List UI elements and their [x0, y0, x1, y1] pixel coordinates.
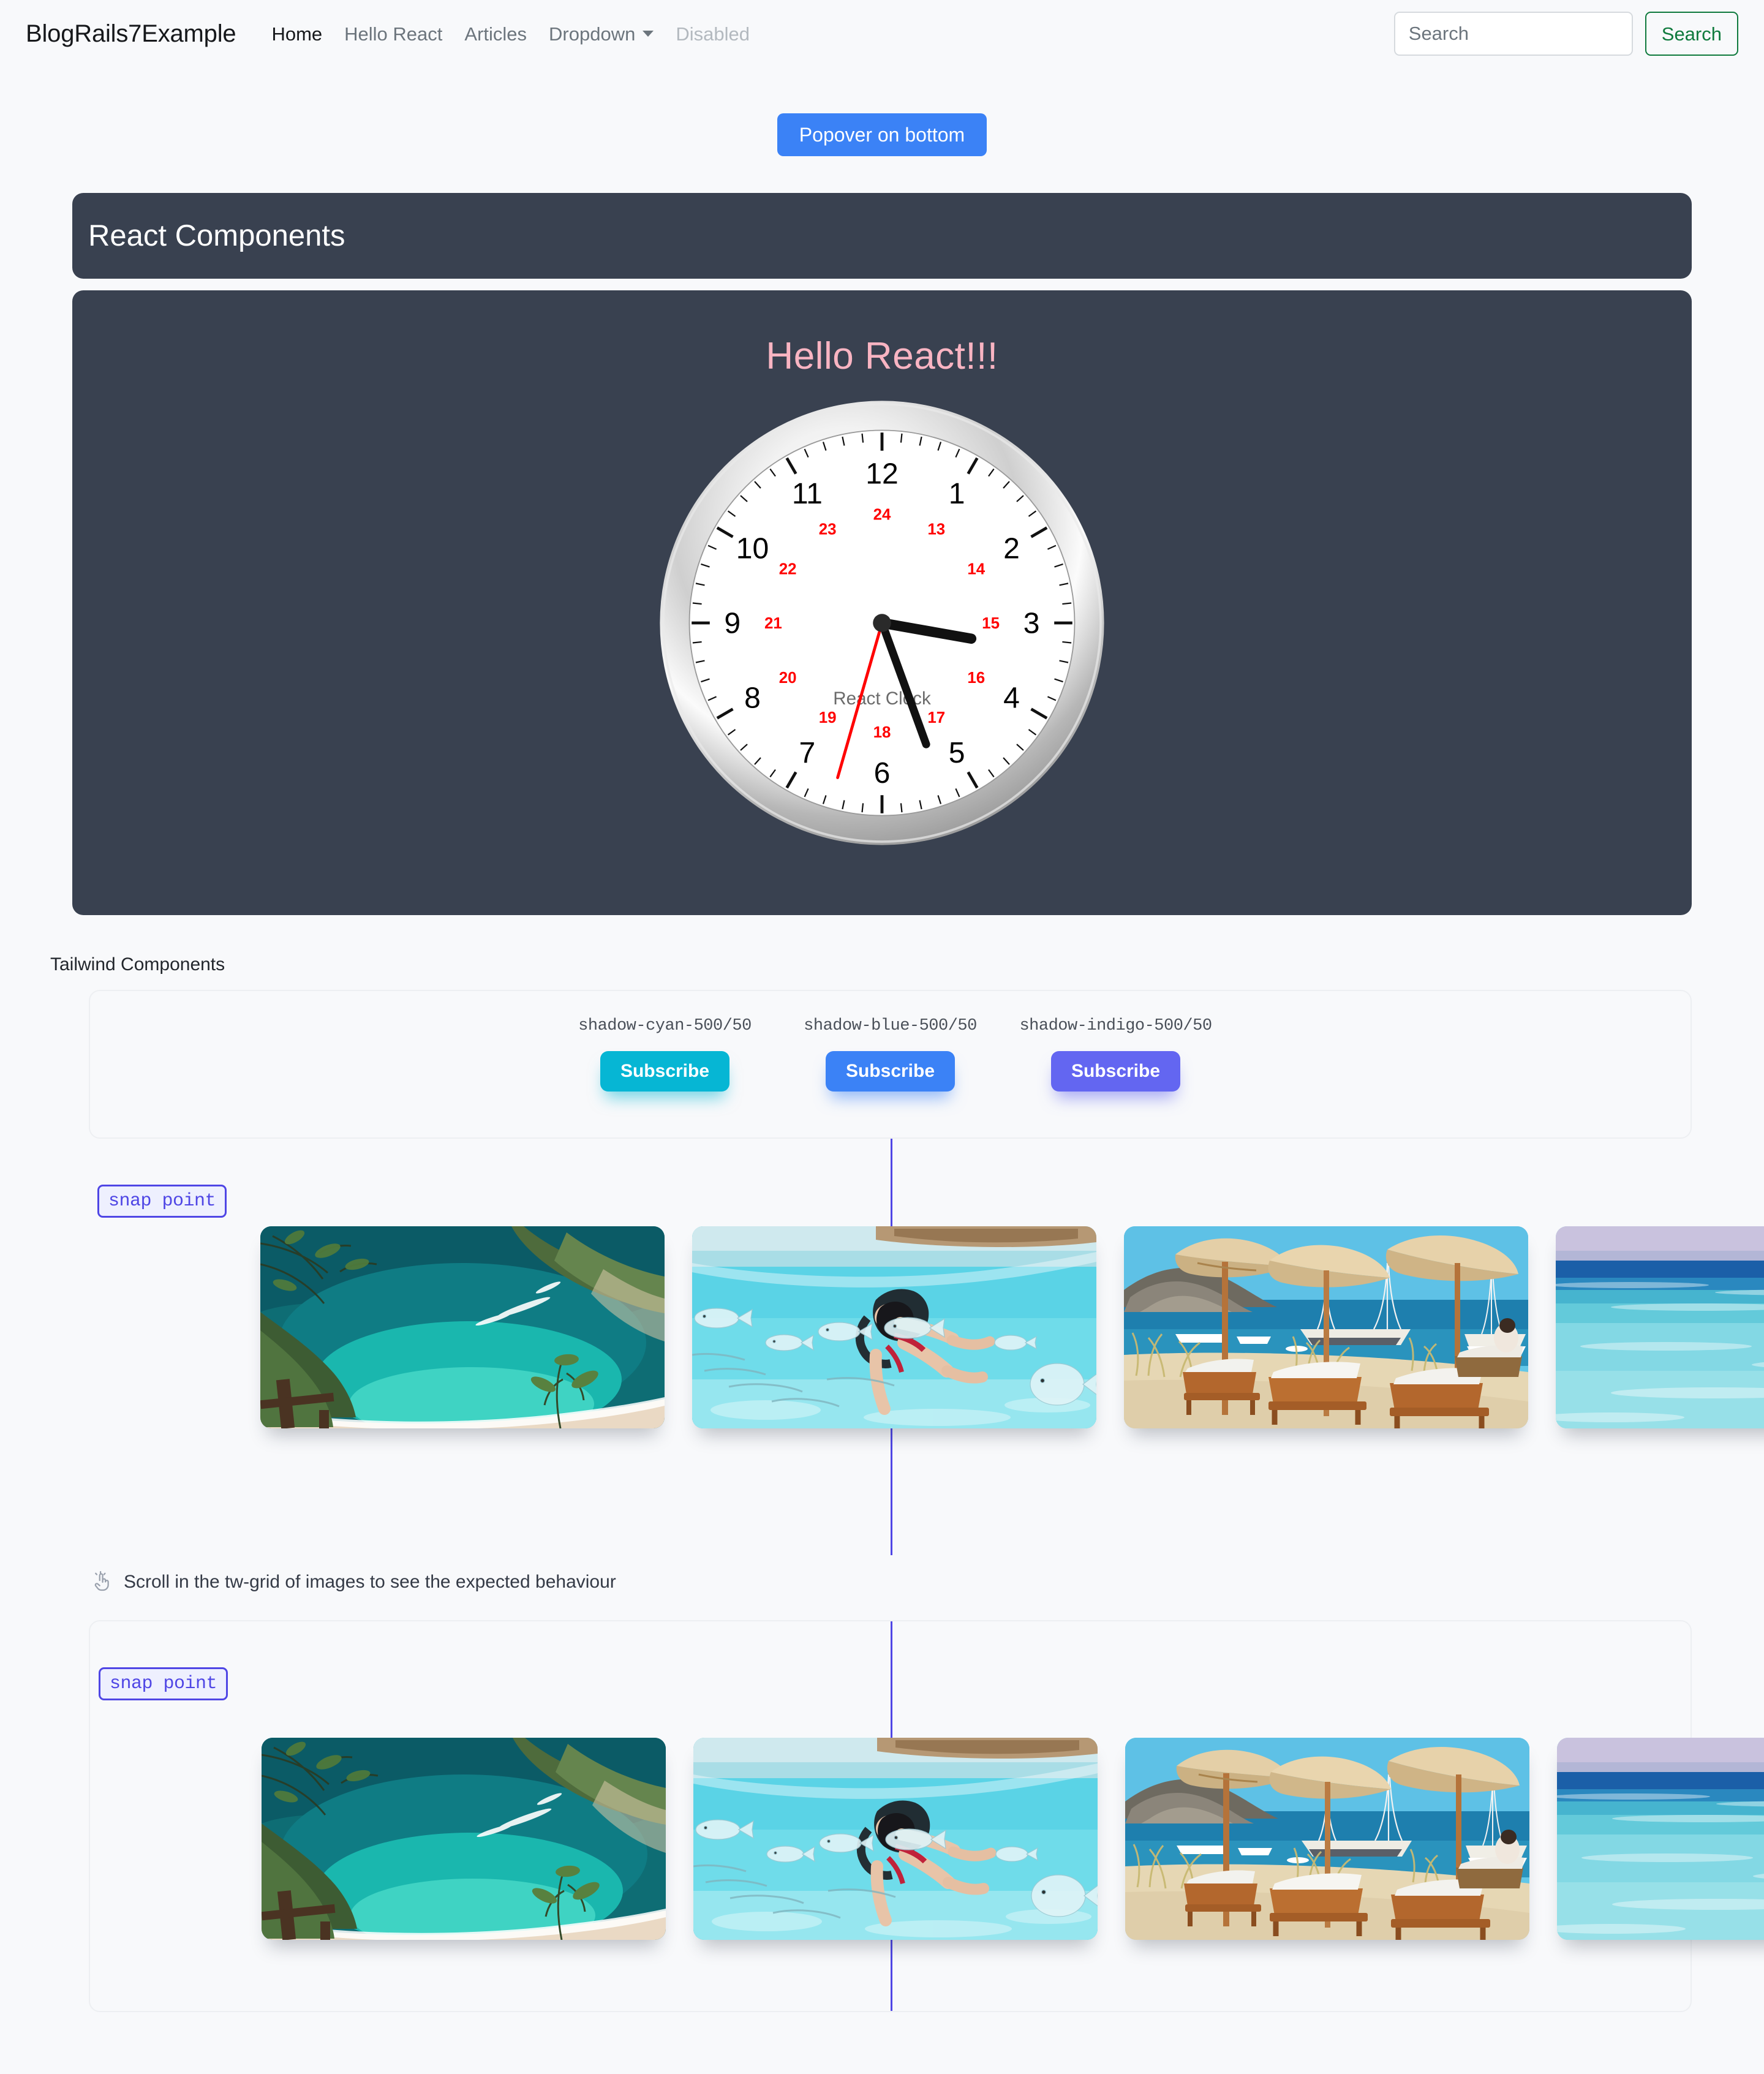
clock-inner-number: 16	[967, 669, 985, 687]
clock-hour-number: 7	[799, 736, 816, 769]
nav-link-articles[interactable]: Articles	[453, 25, 538, 43]
nav-link-dropdown[interactable]: Dropdown	[538, 25, 665, 43]
clock-hour-number: 11	[792, 477, 823, 510]
clock-inner-number: 18	[873, 724, 891, 741]
tailwind-components-label: Tailwind Components	[50, 954, 225, 975]
clock-center-cap	[873, 614, 891, 632]
scroll-hint: Scroll in the tw-grid of images to see t…	[92, 1564, 1764, 1601]
react-components-panel-body: Hello React!!! 12 1 2 3 4 5 6 7 8 9 10 1…	[72, 290, 1692, 915]
snap-carousel-2[interactable]: snap point	[89, 1620, 1764, 2012]
clock-inner-number: 20	[779, 669, 797, 687]
carousel-2-image-3[interactable]	[1125, 1738, 1529, 1940]
carousel-2-image-2[interactable]	[693, 1738, 1098, 1940]
snap-point-badge-2: snap point	[99, 1667, 228, 1700]
popover-row: Popover on bottom	[0, 67, 1764, 156]
carousel-2-cards[interactable]	[90, 1738, 1764, 1940]
clock-hour-number: 2	[1003, 532, 1020, 565]
hello-react-heading: Hello React!!!	[766, 335, 998, 377]
clock-hour-number: 10	[736, 532, 769, 565]
clock-inner-number: 13	[927, 521, 945, 538]
clock-inner-number: 14	[967, 560, 985, 578]
popover-on-bottom-button[interactable]: Popover on bottom	[777, 113, 987, 156]
chevron-down-icon	[643, 31, 654, 37]
clock-hour-number: 8	[744, 682, 761, 715]
clock-hour-number: 9	[724, 607, 741, 640]
subscribe-shadow-demo-box: shadow-cyan-500/50 Subscribe shadow-blue…	[89, 990, 1692, 1139]
carousel-1-image-3[interactable]	[1124, 1226, 1528, 1428]
brand-logo[interactable]: BlogRails7Example	[26, 20, 236, 48]
nav-links: Home Hello React Articles Dropdown Disab…	[260, 25, 761, 43]
panel-title: React Components	[88, 219, 345, 252]
clock-hour-number: 5	[949, 736, 965, 769]
clock-inner-number: 15	[982, 615, 1000, 632]
react-clock-svg: 121234567891011 241314151617181920212223…	[660, 401, 1104, 845]
clock-hour-number: 4	[1003, 682, 1020, 715]
search-input[interactable]	[1393, 12, 1633, 56]
carousel-1-image-2[interactable]	[692, 1226, 1096, 1428]
nav-link-home[interactable]: Home	[260, 25, 333, 43]
clock-hour-number: 1	[949, 477, 965, 510]
carousel-1-cards[interactable]	[89, 1226, 1764, 1428]
nav-link-disabled: Disabled	[676, 23, 750, 45]
clock-hour-number: 6	[874, 756, 891, 790]
snap-point-badge-1: snap point	[97, 1185, 227, 1218]
search-button[interactable]: Search	[1645, 12, 1738, 56]
carousel-1-image-1[interactable]	[260, 1226, 665, 1428]
snap-carousel-1[interactable]: snap point	[89, 1139, 1764, 1555]
subscribe-button-cyan[interactable]: Subscribe	[600, 1051, 730, 1092]
clock-inner-number: 23	[819, 521, 837, 538]
clock-hour-number: 12	[865, 457, 899, 490]
navbar-search-group: Search	[1393, 12, 1738, 56]
subscribe-card-indigo: shadow-indigo-500/50 Subscribe	[1003, 1017, 1229, 1092]
nav-link-hello-react[interactable]: Hello React	[333, 25, 453, 43]
scroll-hint-text: Scroll in the tw-grid of images to see t…	[124, 1572, 616, 1592]
clock-hour-number: 3	[1023, 607, 1040, 640]
clock-inner-number: 17	[927, 709, 945, 726]
subscribe-caption-blue: shadow-blue-500/50	[804, 1017, 977, 1035]
react-components-panel: React Components Hello React!!! 12 1 2 3…	[72, 193, 1692, 915]
subscribe-card-blue: shadow-blue-500/50 Subscribe	[778, 1017, 1003, 1092]
subscribe-caption-indigo: shadow-indigo-500/50	[1019, 1017, 1212, 1035]
subscribe-caption-cyan: shadow-cyan-500/50	[578, 1017, 752, 1035]
carousel-2-image-1[interactable]	[262, 1738, 666, 1940]
clock-inner-number: 24	[873, 507, 891, 524]
subscribe-button-blue[interactable]: Subscribe	[825, 1051, 956, 1092]
react-components-panel-header: React Components	[72, 193, 1692, 279]
nav-link-dropdown-label: Dropdown	[549, 23, 636, 45]
react-clock: 12 1 2 3 4 5 6 7 8 9 10 11 24 13 14 15 16 17 18 19 20 21 22 23…	[655, 396, 1109, 850]
clock-inner-number: 21	[764, 615, 782, 632]
tap-hand-icon	[94, 1571, 109, 1591]
clock-inner-number: 19	[819, 709, 837, 726]
subscribe-button-indigo[interactable]: Subscribe	[1050, 1051, 1181, 1092]
subscribe-card-cyan: shadow-cyan-500/50 Subscribe	[552, 1017, 778, 1092]
navbar: BlogRails7Example Home Hello React Artic…	[0, 0, 1764, 67]
carousel-2-image-4[interactable]	[1557, 1738, 1764, 1940]
clock-inner-number: 22	[779, 560, 797, 578]
carousel-1-image-4[interactable]	[1556, 1226, 1764, 1428]
